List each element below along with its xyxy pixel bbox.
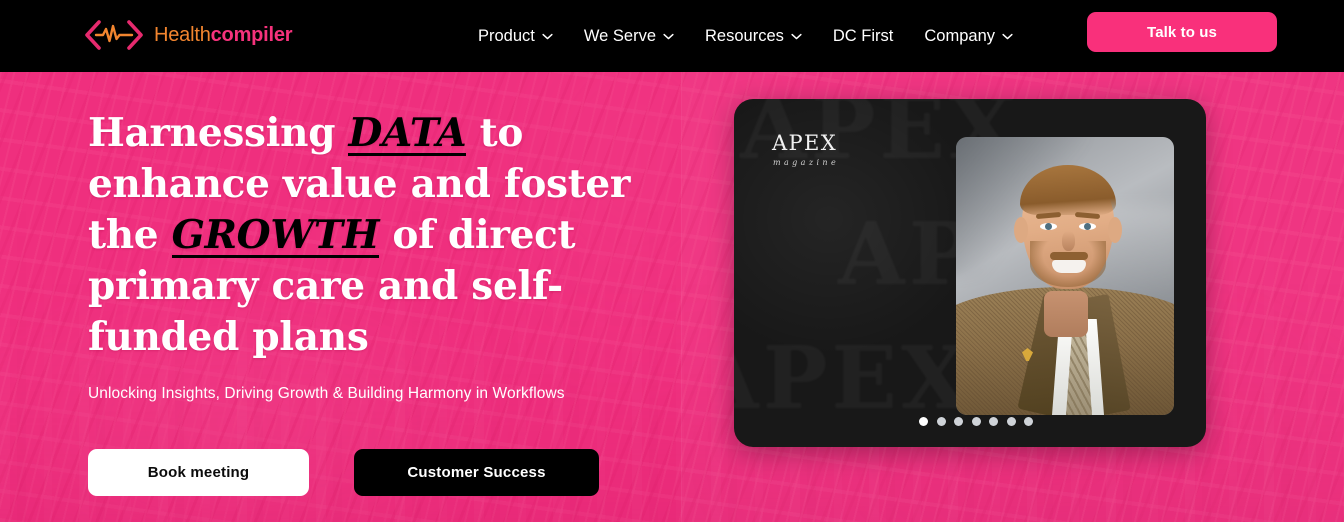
nav-links: Product We Serve Resources DC First Comp… [478, 0, 1013, 72]
photo-smile [1052, 260, 1086, 273]
hero-bottom-strip [0, 497, 1344, 522]
nav-item-dc-first[interactable]: DC First [833, 27, 894, 46]
carousel-dot-7[interactable] [1024, 417, 1033, 426]
book-meeting-button[interactable]: Book meeting [88, 449, 309, 496]
photo-ear-right [1108, 217, 1122, 243]
brand-logo[interactable]: Healthcompiler [82, 17, 293, 53]
carousel-dots [919, 417, 1033, 426]
photo-iris-left [1045, 223, 1052, 230]
top-navigation-bar: Healthcompiler Product We Serve Resource… [0, 0, 1344, 72]
brand-name-part2: compiler [210, 24, 293, 46]
nav-item-we-serve-label: We Serve [583, 26, 657, 45]
headline-emphasis-data: DATA [348, 110, 467, 157]
carousel-dot-5[interactable] [989, 417, 998, 426]
chevron-down-icon [542, 33, 553, 39]
brand-name: Healthcompiler [154, 24, 293, 46]
testimonial-card[interactable]: APEX APEX APEX APEX magazine [734, 99, 1206, 447]
hero-subheadline: Unlocking Insights, Driving Growth & Bui… [88, 385, 565, 402]
photo-neck [1044, 291, 1088, 337]
headline-part1: Harnessing [88, 110, 349, 156]
nav-item-resources-label: Resources [705, 26, 784, 45]
carousel-dot-3[interactable] [954, 417, 963, 426]
carousel-dot-1[interactable] [919, 417, 928, 426]
photo-moustache [1050, 252, 1088, 260]
chevron-down-icon [791, 33, 802, 39]
portrait-photo [956, 137, 1174, 415]
photo-iris-right [1084, 223, 1091, 230]
carousel-dot-6[interactable] [1006, 417, 1016, 426]
talk-to-us-button[interactable]: Talk to us [1087, 12, 1277, 52]
apex-logo-title: APEX [771, 131, 838, 155]
nav-item-we-serve[interactable]: We Serve [584, 27, 674, 46]
customer-success-button[interactable]: Customer Success [354, 449, 599, 496]
chevron-down-icon [663, 33, 674, 39]
hero-button-row: Book meeting Customer Success [88, 449, 688, 496]
landing-page: Healthcompiler Product We Serve Resource… [0, 0, 1344, 522]
brand-name-part1: Health [154, 24, 211, 46]
carousel-dot-4[interactable] [971, 417, 981, 426]
apex-logo-subtitle: magazine [773, 158, 840, 167]
nav-item-dc-first-label: DC First [832, 26, 894, 45]
nav-item-company[interactable]: Company [924, 27, 1013, 46]
apex-magazine-logo: APEX magazine [770, 131, 840, 168]
hero-headline: Harnessing DATA to enhance value and fos… [88, 108, 688, 363]
code-brackets-heartbeat-icon [85, 20, 143, 50]
headline-emphasis-growth: GROWTH [171, 212, 380, 259]
nav-item-product-label: Product [478, 26, 535, 45]
nav-item-product[interactable]: Product [478, 27, 553, 46]
nav-item-resources[interactable]: Resources [705, 27, 802, 46]
photo-ear-left [1014, 217, 1028, 243]
nav-item-company-label: Company [924, 26, 996, 45]
chevron-down-icon [1002, 33, 1013, 39]
hero-content: Harnessing DATA to enhance value and fos… [88, 108, 688, 496]
carousel-dot-2[interactable] [936, 417, 946, 426]
